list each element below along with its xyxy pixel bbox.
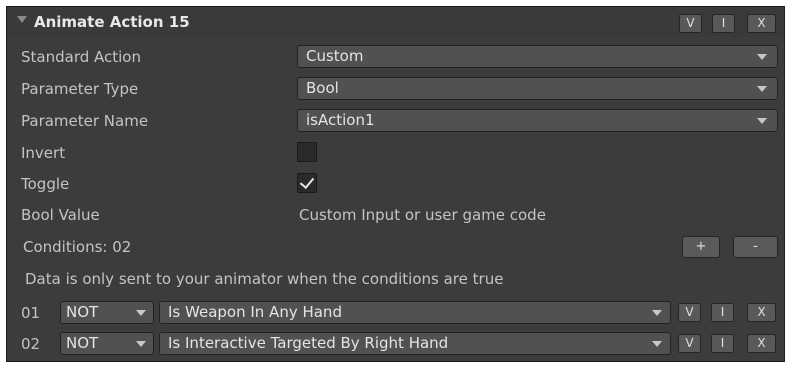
header-x-button[interactable]: X [747,14,776,33]
header-v-button[interactable]: V [679,14,702,33]
condition-index: 02 [21,335,41,353]
parameter-type-dropdown[interactable]: Bool [297,77,778,100]
condition-value: Is Weapon In Any Hand [168,303,342,321]
condition-operator-dropdown[interactable]: NOT [60,332,154,355]
chevron-down-icon [136,341,146,347]
panel-title: Animate Action 15 [34,13,190,31]
condition-operator-value: NOT [66,303,99,321]
parameter-name-value: isAction1 [306,111,375,129]
condition-v-button[interactable]: V [678,334,701,353]
parameter-name-label: Parameter Name [21,112,149,130]
parameter-type-value: Bool [306,79,339,97]
toggle-checkbox[interactable] [297,173,317,193]
checkmark-icon [299,173,315,190]
condition-v-button[interactable]: V [678,303,701,322]
add-condition-button[interactable]: + [682,236,720,258]
condition-x-button[interactable]: X [747,303,776,322]
parameter-type-label: Parameter Type [21,80,139,98]
chevron-down-icon [136,310,146,316]
condition-x-button[interactable]: X [747,334,776,353]
condition-operator-value: NOT [66,334,99,352]
foldout-arrow-icon[interactable] [17,16,27,23]
panel-header[interactable]: Animate Action 15 V I X [7,7,784,37]
header-i-button[interactable]: I [712,14,735,33]
remove-condition-button[interactable]: - [733,236,778,258]
parameter-name-dropdown[interactable]: isAction1 [297,109,778,132]
animate-action-panel: Animate Action 15 V I X Standard Action … [6,6,785,362]
chevron-down-icon [757,54,767,60]
chevron-down-icon [757,86,767,92]
condition-i-button[interactable]: I [711,334,734,353]
standard-action-label: Standard Action [21,48,141,66]
bool-value-label: Bool Value [21,206,100,224]
conditions-count-label: Conditions: 02 [23,238,132,256]
chevron-down-icon [757,118,767,124]
chevron-down-icon [652,310,662,316]
condition-dropdown[interactable]: Is Weapon In Any Hand [159,301,671,324]
condition-index: 01 [21,304,41,322]
standard-action-value: Custom [306,47,364,65]
invert-label: Invert [21,144,66,162]
condition-dropdown[interactable]: Is Interactive Targeted By Right Hand [159,332,671,355]
condition-i-button[interactable]: I [711,303,734,322]
chevron-down-icon [652,341,662,347]
standard-action-dropdown[interactable]: Custom [297,45,778,68]
conditions-info-text: Data is only sent to your animator when … [25,270,504,288]
condition-operator-dropdown[interactable]: NOT [60,301,154,324]
toggle-label: Toggle [21,175,70,193]
bool-value-text: Custom Input or user game code [299,206,546,224]
condition-value: Is Interactive Targeted By Right Hand [168,334,449,352]
invert-checkbox[interactable] [297,142,317,162]
